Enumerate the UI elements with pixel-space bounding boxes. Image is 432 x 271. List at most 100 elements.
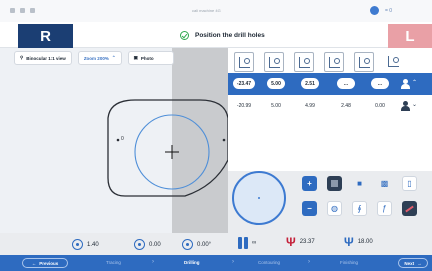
drill-bit-red-icon: Ψ bbox=[286, 235, 296, 249]
drill-tool-button[interactable] bbox=[402, 201, 417, 216]
drill-b-info[interactable]: Ψ 18.00 bbox=[344, 235, 373, 249]
hole-round-button[interactable]: ◍ bbox=[327, 201, 342, 216]
hole-x-value[interactable]: -23.47 bbox=[233, 78, 255, 89]
joystick-center bbox=[258, 197, 260, 199]
back-icon[interactable] bbox=[10, 8, 15, 13]
instruction-text: Position the drill holes bbox=[195, 32, 265, 39]
count-value: ∞ bbox=[252, 240, 257, 246]
remove-hole-button[interactable]: − bbox=[302, 201, 317, 216]
offset-info[interactable]: 0.00 bbox=[134, 239, 161, 250]
folder-button[interactable]: ■ bbox=[352, 176, 367, 191]
depth-icon bbox=[72, 239, 83, 250]
side-left-tab[interactable]: L bbox=[388, 24, 432, 48]
zoom-button[interactable]: Zoom 200% ⌃ bbox=[77, 51, 122, 65]
hole-type-1-icon[interactable] bbox=[234, 52, 254, 72]
drill-a-value: 23.37 bbox=[299, 239, 315, 245]
hole-depth-value[interactable]: ... bbox=[371, 78, 389, 89]
depth-info[interactable]: 1.40 bbox=[72, 239, 99, 250]
lens-outline bbox=[107, 99, 228, 197]
drill-a-info[interactable]: Ψ 23.37 bbox=[286, 235, 315, 249]
zoom-label: Zoom 200% bbox=[83, 55, 109, 61]
user-icon[interactable] bbox=[370, 6, 379, 15]
drill-bars-icon bbox=[238, 237, 248, 249]
hole-slot-button[interactable]: ∮ bbox=[352, 201, 367, 216]
hole-y-value: 5.00 bbox=[271, 103, 281, 109]
chevron-up-icon: ⌃ bbox=[111, 55, 116, 60]
position-joystick[interactable] bbox=[232, 171, 286, 225]
bottom-nav: ← Previous Tracing › Drilling › Contouri… bbox=[0, 255, 432, 271]
save-button[interactable]: ▩ bbox=[377, 176, 392, 191]
previous-label: Previous bbox=[39, 260, 59, 266]
right-point bbox=[222, 138, 226, 142]
hole-notch-button[interactable]: ƒ bbox=[377, 201, 392, 216]
hole-diameter-value[interactable]: 2.51 bbox=[301, 78, 319, 89]
hole-owner-icon[interactable] bbox=[401, 101, 410, 111]
layout-button[interactable]: ▯ bbox=[402, 176, 417, 191]
status-center-text: cali machine 4G bbox=[192, 8, 221, 13]
hole-type-6-icon[interactable] bbox=[384, 52, 404, 72]
status-icons bbox=[10, 8, 35, 13]
status-right: = 0 bbox=[370, 6, 392, 15]
next-label: Next bbox=[404, 260, 415, 266]
previous-button[interactable]: ← Previous bbox=[22, 258, 68, 268]
chevron-down-icon[interactable]: ⌄ bbox=[412, 101, 417, 108]
hole-type-3-icon[interactable] bbox=[294, 52, 314, 72]
hole-type-5-icon[interactable] bbox=[354, 52, 374, 72]
lens-shape-svg bbox=[107, 99, 228, 197]
drill-b-value: 18.00 bbox=[357, 239, 373, 245]
hole-owner-icon[interactable] bbox=[401, 79, 410, 89]
point-label: 0 bbox=[121, 136, 124, 142]
viewer-toolbar: ⚲ Binocular 1:1 view Zoom 200% ⌃ ▣ Photo bbox=[14, 51, 174, 65]
photo-button[interactable]: ▣ Photo bbox=[127, 51, 174, 65]
menu-icon[interactable] bbox=[30, 8, 35, 13]
offset-icon bbox=[134, 239, 145, 250]
check-circle-icon bbox=[180, 31, 189, 40]
settings-icon[interactable] bbox=[20, 8, 25, 13]
magnifier-icon: ⚲ bbox=[20, 55, 24, 60]
step-contouring[interactable]: Contouring bbox=[258, 260, 280, 265]
count-info[interactable]: ∞ bbox=[238, 237, 256, 249]
arrow-right-icon: → bbox=[417, 260, 422, 266]
drill-canvas[interactable]: 0 bbox=[0, 48, 228, 233]
hole-width-value: 2.48 bbox=[341, 103, 351, 109]
hole-y-value[interactable]: 5.00 bbox=[267, 78, 285, 89]
hole-type-4-icon[interactable] bbox=[324, 52, 344, 72]
drill-bit-blue-icon: Ψ bbox=[344, 235, 354, 249]
drill-tool-icon bbox=[405, 205, 414, 212]
chevron-right-icon: › bbox=[232, 259, 234, 265]
side-point bbox=[116, 138, 120, 142]
hole-width-value[interactable]: ... bbox=[337, 78, 355, 89]
arrow-left-icon: ← bbox=[31, 260, 37, 266]
hole-type-2-icon[interactable] bbox=[264, 52, 284, 72]
chevron-right-icon: › bbox=[308, 259, 310, 265]
photo-icon: ▣ bbox=[133, 55, 138, 60]
instruction: Position the drill holes bbox=[180, 31, 265, 40]
depth-value: 1.40 bbox=[87, 241, 99, 248]
angle-value: 0.00° bbox=[197, 241, 212, 248]
add-hole-button[interactable]: + bbox=[302, 176, 317, 191]
step-tracing[interactable]: Tracing bbox=[106, 260, 121, 265]
select-mode-button[interactable] bbox=[327, 176, 342, 191]
photo-label: Photo bbox=[140, 55, 154, 61]
square-icon bbox=[331, 180, 338, 187]
table-row-active[interactable]: -23.47 5.00 2.51 ... ... ⌃ bbox=[228, 73, 432, 95]
angle-icon bbox=[182, 239, 193, 250]
table-row[interactable]: -20.99 5.00 4.99 2.48 0.00 ⌄ bbox=[228, 95, 432, 117]
hole-depth-value: 0.00 bbox=[375, 103, 385, 109]
chevron-up-icon[interactable]: ⌃ bbox=[412, 79, 417, 86]
hole-x-value: -20.99 bbox=[236, 103, 252, 109]
status-bar: cali machine 4G = 0 bbox=[0, 0, 432, 22]
info-bar: 1.40 0.00 0.00° ∞ Ψ 23.37 Ψ 18.00 bbox=[0, 233, 432, 255]
side-right-tab[interactable]: R bbox=[18, 24, 73, 48]
next-button[interactable]: Next → bbox=[398, 258, 428, 268]
view-mode-button[interactable]: ⚲ Binocular 1:1 view bbox=[14, 51, 72, 65]
step-drilling[interactable]: Drilling bbox=[184, 260, 200, 265]
view-mode-label: Binocular 1:1 view bbox=[26, 55, 66, 61]
chevron-right-icon: › bbox=[152, 259, 154, 265]
hole-diameter-value: 4.99 bbox=[305, 103, 315, 109]
step-finishing[interactable]: Finishing bbox=[340, 260, 358, 265]
hole-type-selector bbox=[234, 52, 404, 72]
status-right-text: = 0 bbox=[385, 7, 393, 14]
angle-info[interactable]: 0.00° bbox=[182, 239, 211, 250]
offset-value: 0.00 bbox=[149, 241, 161, 248]
